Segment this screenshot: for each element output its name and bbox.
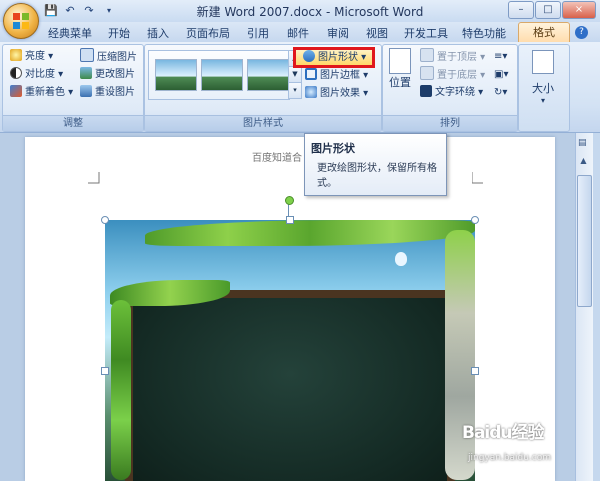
balloon-shape <box>395 252 407 266</box>
position-icon <box>389 48 411 74</box>
position-button[interactable]: 位置 <box>386 48 414 90</box>
tab-references[interactable]: 引用 <box>247 25 269 41</box>
maximize-button[interactable]: □ <box>535 1 561 19</box>
resize-handle-top-left[interactable] <box>101 216 109 224</box>
style-thumbnail-3[interactable] <box>247 59 289 91</box>
tab-classic-menu[interactable]: 经典菜单 <box>48 25 92 41</box>
tab-features[interactable]: 特色功能 <box>462 25 506 41</box>
reset-picture-button[interactable]: 重设图片 <box>80 84 135 101</box>
tab-page-layout[interactable]: 页面布局 <box>186 25 230 41</box>
reset-picture-icon <box>80 85 92 97</box>
rotate-icon[interactable]: ↻▾ <box>494 84 507 101</box>
margin-corner-left <box>88 172 100 184</box>
text-wrapping-button[interactable]: 文字环绕 ▾ <box>420 84 483 101</box>
picture-styles-gallery[interactable] <box>148 50 290 100</box>
style-thumbnail-2[interactable] <box>201 59 243 91</box>
tab-developer[interactable]: 开发工具 <box>404 25 448 41</box>
resize-handle-left[interactable] <box>101 367 109 375</box>
group-arrange-label: 排列 <box>383 115 517 131</box>
compress-icon <box>80 48 94 62</box>
picture-border-button[interactable]: 图片边框 ▾ <box>305 67 368 84</box>
brightness-button[interactable]: 亮度 ▾ <box>10 48 53 65</box>
style-thumbnail-1[interactable] <box>155 59 197 91</box>
tab-review[interactable]: 审阅 <box>327 25 349 41</box>
ruler-toggle-icon[interactable]: ▤ <box>578 138 589 149</box>
change-picture-button[interactable]: 更改图片 <box>80 66 135 83</box>
gallery-more-button[interactable]: ▾ <box>288 82 302 99</box>
title-bar: 💾 ↶ ↷ ▾ 新建 Word 2007.docx - Microsoft Wo… <box>0 0 600 23</box>
leaves-side-left <box>111 300 131 480</box>
send-to-back-button[interactable]: 置于底层 ▾ <box>420 66 485 83</box>
size-button[interactable]: 大小 ▾ <box>522 50 564 105</box>
office-button[interactable] <box>3 3 39 39</box>
tooltip-title: 图片形状 <box>311 142 355 155</box>
rotate-line <box>288 203 289 217</box>
qat-dropdown-icon[interactable]: ▾ <box>100 3 118 19</box>
contrast-button[interactable]: 对比度 ▾ <box>10 66 63 83</box>
window-title: 新建 Word 2007.docx - Microsoft Word <box>196 5 424 19</box>
group-picture-styles-label: 图片样式 <box>145 115 381 131</box>
save-icon[interactable]: 💾 <box>42 3 60 19</box>
help-icon[interactable]: ? <box>575 26 588 39</box>
ribbon-tabs: 经典菜单 开始 插入 页面布局 引用 邮件 审阅 视图 开发工具 特色功能 格式 <box>0 22 600 45</box>
text-wrap-icon <box>420 85 432 97</box>
watermark-url: jingyan.baidu.com <box>468 453 552 463</box>
compress-pictures-button[interactable]: 压缩图片 <box>80 48 137 65</box>
scroll-up-icon[interactable]: ▲ <box>578 156 589 167</box>
blackboard <box>133 298 447 481</box>
resize-handle-top-right[interactable] <box>471 216 479 224</box>
tab-view[interactable]: 视图 <box>366 25 388 41</box>
bring-to-front-icon <box>420 48 434 62</box>
size-icon <box>532 50 554 74</box>
shape-icon <box>303 50 315 62</box>
tooltip-description: 更改绘图形状，保留所有格式。 <box>317 163 437 189</box>
tooltip: 图片形状 更改绘图形状，保留所有格式。 <box>304 133 447 196</box>
margin-corner-right <box>472 172 483 184</box>
send-to-back-icon <box>420 66 434 80</box>
selected-picture[interactable] <box>105 220 475 481</box>
group-icon[interactable]: ▣▾ <box>494 66 508 83</box>
gallery-scroll-down[interactable]: ▼ <box>288 66 302 83</box>
recolor-button[interactable]: 重新着色 ▾ <box>10 84 73 101</box>
group-adjust-label: 调整 <box>3 115 143 131</box>
undo-icon[interactable]: ↶ <box>61 3 79 19</box>
tab-insert[interactable]: 插入 <box>147 25 169 41</box>
effects-icon <box>305 86 317 98</box>
tab-home[interactable]: 开始 <box>108 25 130 41</box>
align-icon[interactable]: ≡▾ <box>494 48 507 65</box>
leaves-top <box>145 220 475 246</box>
minimize-button[interactable]: – <box>508 1 534 19</box>
bring-to-front-button[interactable]: 置于顶层 ▾ <box>420 48 485 65</box>
header-text: 百度知道合 <box>252 153 302 164</box>
contrast-icon <box>10 67 22 79</box>
office-logo-icon <box>13 13 29 29</box>
picture-shape-label-row[interactable]: 图片形状 ▾ <box>303 49 366 66</box>
resize-handle-top[interactable] <box>286 216 294 224</box>
picture-effects-button[interactable]: 图片效果 ▾ <box>305 85 368 102</box>
rotation-handle[interactable] <box>285 196 294 205</box>
change-picture-icon <box>80 67 92 79</box>
border-icon <box>305 68 317 80</box>
tab-mailings[interactable]: 邮件 <box>287 25 309 41</box>
baidu-watermark: Baidu经验 <box>462 423 545 443</box>
brightness-icon <box>10 49 22 61</box>
close-button[interactable]: × <box>562 1 596 19</box>
recolor-icon <box>10 85 22 97</box>
scrollbar-thumb[interactable] <box>577 175 592 307</box>
redo-icon[interactable]: ↷ <box>80 3 98 19</box>
resize-handle-right[interactable] <box>471 367 479 375</box>
